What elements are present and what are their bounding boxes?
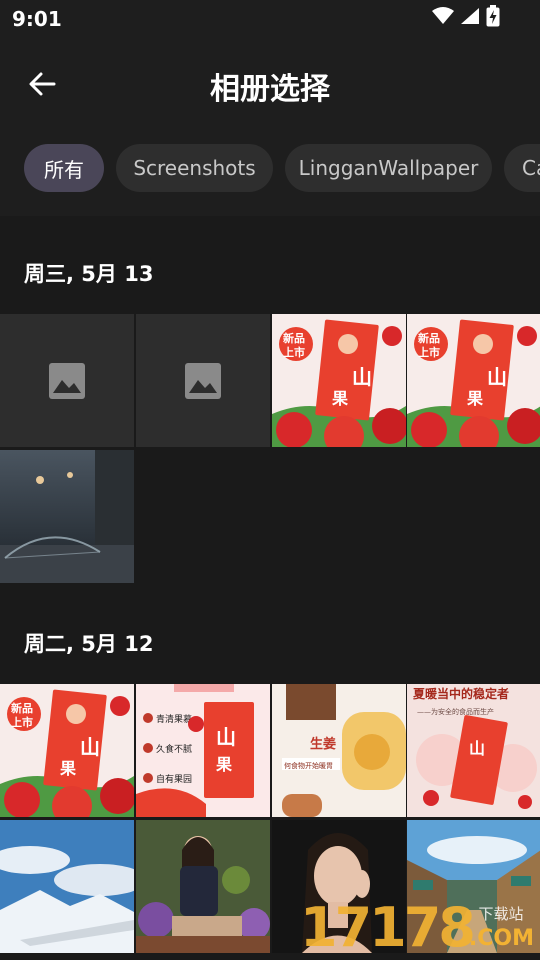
- album-chips: 所有 Screenshots LingganWallpaper Ca: [0, 132, 540, 216]
- box-text-mid: 果: [466, 389, 483, 408]
- box-text-big: 山: [469, 739, 485, 758]
- section-date-1: 周三, 5月 13: [24, 262, 154, 286]
- status-icons: [432, 5, 500, 31]
- chip-all[interactable]: 所有: [24, 144, 104, 192]
- box-text-mid: 果: [331, 389, 348, 408]
- photo-thumbnail[interactable]: 山 果 青清果慕 久食不腻 自有果园: [136, 684, 270, 817]
- badge-line-1: 新品: [11, 701, 33, 715]
- box-text-big: 山: [80, 735, 100, 759]
- page-title: 相册选择: [210, 72, 330, 107]
- box-text-big: 山: [216, 725, 236, 749]
- photo-thumbnail[interactable]: [272, 820, 406, 953]
- photo-thumbnail[interactable]: 山 果 新品 上市: [0, 684, 134, 817]
- wifi-icon: [432, 7, 454, 29]
- badge-line-2: 上市: [418, 345, 440, 359]
- badge-line-2: 上市: [283, 345, 305, 359]
- photo-placeholder[interactable]: [0, 314, 134, 447]
- status-bar: 9:01: [0, 0, 540, 36]
- photo-thumbnail[interactable]: 山 果 新品 上市: [272, 314, 406, 447]
- heading-banner: 夏暖当中的稳定者: [413, 686, 509, 701]
- chip-lingganwallpaper[interactable]: LingganWallpaper: [285, 144, 492, 192]
- app-bar: 相册选择: [0, 36, 540, 132]
- box-text-big: 山: [352, 365, 372, 389]
- photo-thumbnail[interactable]: [136, 820, 270, 953]
- ginger-label: 生姜: [310, 736, 336, 752]
- side-label-3: 自有果园: [156, 773, 192, 785]
- ginger-sub: 何食物开始暖胃: [284, 761, 333, 770]
- chip-screenshots[interactable]: Screenshots: [116, 144, 273, 192]
- heading-sub: ——为安全的食品而生产: [417, 707, 494, 716]
- badge-line-1: 新品: [418, 331, 440, 345]
- photo-placeholder[interactable]: [136, 314, 270, 447]
- battery-icon: [486, 5, 500, 31]
- box-text-big: 山: [487, 365, 507, 389]
- photo-thumbnail[interactable]: [0, 820, 134, 953]
- box-text-mid: 果: [59, 759, 76, 778]
- badge-line-2: 上市: [11, 715, 33, 729]
- badge-line-1: 新品: [283, 331, 305, 345]
- cell-signal-icon: [460, 7, 480, 29]
- box-text-mid: 果: [215, 755, 232, 774]
- image-icon: [49, 362, 85, 399]
- section-date-2: 周二, 5月 12: [24, 632, 154, 656]
- chip-camera[interactable]: Ca: [504, 144, 540, 192]
- status-time: 9:01: [12, 7, 62, 31]
- photo-thumbnail[interactable]: 山 果 新品 上市: [407, 314, 540, 447]
- photo-thumbnail[interactable]: [0, 450, 134, 583]
- side-label-2: 久食不腻: [156, 743, 192, 755]
- image-icon: [185, 362, 221, 399]
- photo-thumbnail[interactable]: [407, 820, 540, 953]
- side-label-1: 青清果慕: [156, 713, 192, 725]
- photo-thumbnail[interactable]: 夏暖当中的稳定者 ——为安全的食品而生产 山: [407, 684, 540, 817]
- photo-thumbnail[interactable]: 生姜 何食物开始暖胃: [272, 684, 406, 817]
